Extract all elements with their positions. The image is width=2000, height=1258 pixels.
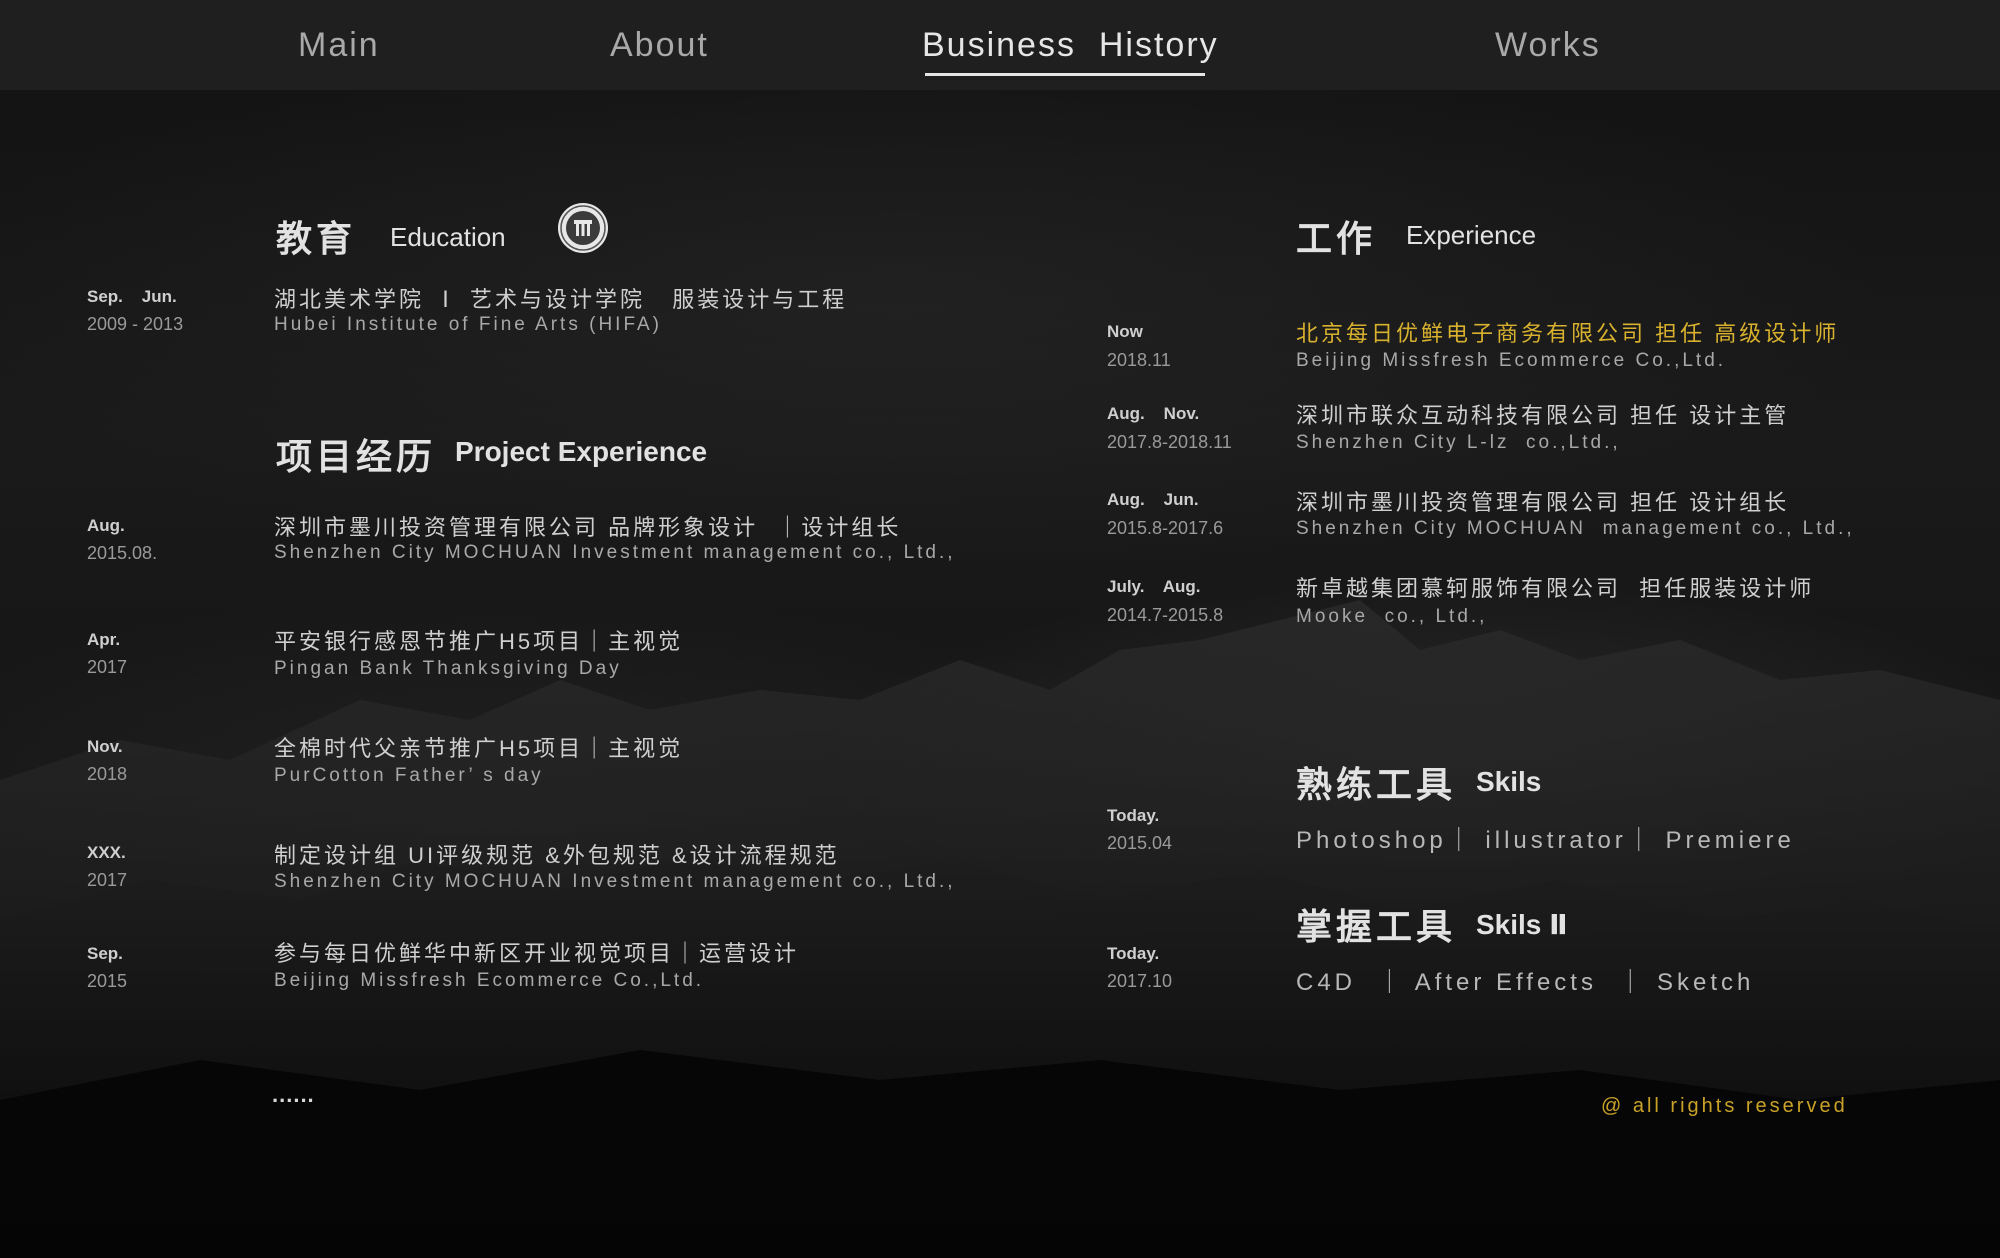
project-date-bottom: 2018 — [87, 764, 128, 784]
project-title-cn: 参与每日优鲜华中新区开业视觉项目｜运营设计 — [274, 941, 800, 966]
project-date-bottom: 2015 — [87, 971, 128, 991]
experience-date-top: July. Aug. — [1107, 577, 1201, 596]
experience-company-cn: 北京每日优鲜电子商务有限公司 担任 高级设计师 — [1296, 321, 1840, 346]
experience-company-cn: 新卓越集团慕轲服饰有限公司 担任服装设计师 — [1296, 576, 1815, 601]
projects-more-ellipsis[interactable]: ...... — [272, 1082, 315, 1108]
experience-date-top: Aug. Jun. — [1107, 490, 1199, 509]
experience-title-cn: 工作 — [1296, 218, 1377, 259]
footer-copyright: @ all rights reserved — [1601, 1095, 1848, 1117]
project-date-top: XXX. — [87, 843, 126, 862]
university-seal-icon — [558, 203, 608, 253]
project-date-top: Sep. — [87, 944, 123, 963]
projects-title-en: Project Experience — [455, 436, 708, 467]
project-date-top: Apr. — [87, 630, 121, 649]
experience-title-en: Experience — [1406, 220, 1537, 250]
project-title-en: Pingan Bank Thanksgiving Day — [274, 658, 622, 679]
project-date-top: Aug. — [87, 516, 125, 535]
experience-company-cn: 深圳市联众互动科技有限公司 担任 设计主管 — [1296, 403, 1790, 428]
skills2-date-bottom: 2017.10 — [1107, 971, 1173, 991]
nav-item-main[interactable]: Main — [298, 26, 380, 65]
skills-date-top: Today. — [1107, 806, 1160, 825]
project-date-bottom: 2017 — [87, 870, 128, 890]
project-title-cn: 深圳市墨川投资管理有限公司 品牌形象设计 ｜设计组长 — [274, 515, 902, 540]
experience-company-en: Shenzhen City MOCHUAN management co., Lt… — [1296, 518, 1855, 539]
project-title-en: Shenzhen City MOCHUAN Investment managem… — [274, 542, 956, 563]
experience-company-en: Beijing Missfresh Ecommerce Co.,Ltd. — [1296, 350, 1727, 371]
education-school-cn: 湖北美术学院 Ⅰ 艺术与设计学院 服装设计与工程 — [274, 287, 848, 312]
project-title-en: Shenzhen City MOCHUAN Investment managem… — [274, 871, 956, 892]
project-title-cn: 制定设计组 UI评级规范 &外包规范 &设计流程规范 — [274, 843, 840, 868]
top-nav: Main About Business History Works — [0, 0, 2000, 90]
project-date-bottom: 2017 — [87, 657, 128, 677]
skills-tools-list: Photoshop｜ illustrator｜ Premiere — [1296, 827, 1795, 854]
page: Main About Business History Works 教育 Edu… — [0, 0, 2000, 1258]
nav-item-about[interactable]: About — [610, 26, 709, 65]
skills-date-bottom: 2015.04 — [1107, 833, 1173, 853]
nav-item-works[interactable]: Works — [1495, 26, 1601, 65]
project-date-top: Nov. — [87, 737, 123, 756]
project-title-cn: 平安银行感恩节推广H5项目｜主视觉 — [274, 629, 684, 654]
skills-title-cn: 熟练工具 — [1296, 764, 1457, 805]
experience-date-bottom: 2014.7-2015.8 — [1107, 605, 1224, 625]
projects-title-cn: 项目经历 — [276, 436, 437, 477]
project-date-bottom: 2015.08. — [87, 543, 158, 563]
skills-title-en: Skils — [1476, 766, 1542, 797]
education-date-top: Sep. Jun. — [87, 287, 177, 306]
experience-company-en: Shenzhen City L-lz co.,Ltd., — [1296, 432, 1621, 453]
skills2-title-en: Skils Ⅱ — [1476, 909, 1568, 940]
education-date-bottom: 2009 - 2013 — [87, 314, 184, 334]
experience-date-bottom: 2018.11 — [1107, 350, 1171, 370]
experience-date-top: Aug. Nov. — [1107, 404, 1200, 423]
project-title-en: PurCotton Father’ s day — [274, 765, 544, 786]
education-school-en: Hubei Institute of Fine Arts (HIFA) — [274, 314, 662, 335]
project-title-en: Beijing Missfresh Ecommerce Co.,Ltd. — [274, 970, 705, 991]
nav-active-underline — [925, 73, 1205, 76]
education-title-cn: 教育 — [276, 218, 357, 259]
nav-item-business-history[interactable]: Business History — [922, 26, 1219, 65]
experience-date-bottom: 2017.8-2018.11 — [1107, 432, 1232, 452]
skills2-title-cn: 掌握工具 — [1296, 906, 1457, 947]
experience-date-top: Now — [1107, 322, 1143, 341]
experience-company-cn: 深圳市墨川投资管理有限公司 担任 设计组长 — [1296, 490, 1790, 515]
skills2-tools-list: C4D ｜ After Effects ｜ Sketch — [1296, 969, 1755, 996]
experience-company-en: Mooke co., Ltd., — [1296, 606, 1488, 627]
experience-date-bottom: 2015.8-2017.6 — [1107, 518, 1224, 538]
education-title-en: Education — [390, 222, 506, 252]
skills2-date-top: Today. — [1107, 944, 1160, 963]
project-title-cn: 全棉时代父亲节推广H5项目｜主视觉 — [274, 736, 684, 761]
